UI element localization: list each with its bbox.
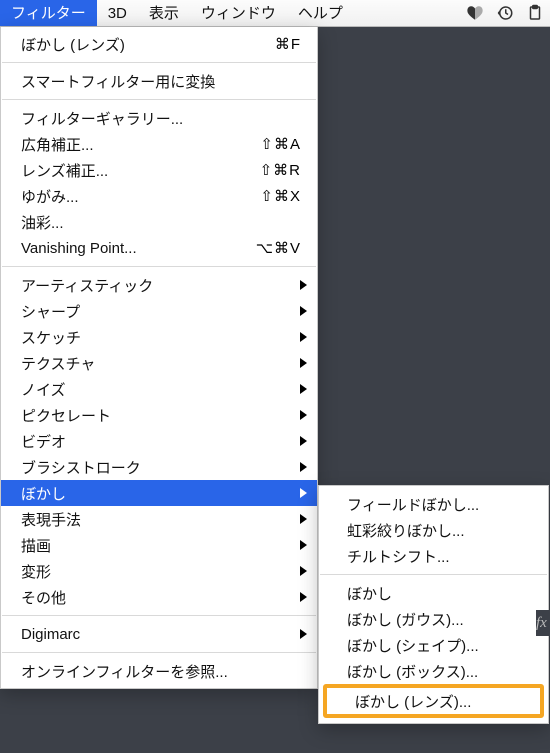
menu-item[interactable]: その他 [1, 584, 317, 610]
submenu-item[interactable]: フィールドぼかし... [319, 491, 548, 517]
menu-item[interactable]: 描画 [1, 532, 317, 558]
menubar-label: ウィンドウ [201, 5, 276, 22]
submenu-arrow-icon [300, 592, 307, 602]
menubar-status-icons [466, 0, 550, 26]
menu-item-label: オンラインフィルターを参照... [21, 661, 301, 682]
menu-item[interactable]: ぼかし [1, 480, 317, 506]
menu-item-label: Vanishing Point... [21, 240, 241, 257]
highlighted-menu-item: ぼかし (レンズ)... [323, 684, 544, 718]
menu-item[interactable]: 広角補正...⇧⌘A [1, 131, 317, 157]
menu-item[interactable]: シャープ [1, 298, 317, 324]
menu-separator [320, 574, 547, 575]
menu-item[interactable]: 変形 [1, 558, 317, 584]
menu-item-shortcut: ⇧⌘R [241, 161, 301, 179]
submenu-arrow-icon [300, 566, 307, 576]
menubar: フィルター 3D 表示 ウィンドウ ヘルプ [0, 0, 550, 27]
menubar-label: ヘルプ [298, 5, 343, 22]
submenu-arrow-icon [300, 488, 307, 498]
submenu-item[interactable]: ぼかし (ガウス)... [319, 606, 548, 632]
menu-item[interactable]: Digimarc [1, 621, 317, 647]
submenu-arrow-icon [300, 280, 307, 290]
menu-item-label: その他 [21, 587, 301, 608]
menubar-item-view[interactable]: 表示 [138, 0, 190, 26]
menu-item-shortcut: ⇧⌘A [241, 135, 301, 153]
menubar-item-filter[interactable]: フィルター [0, 0, 97, 26]
menu-item[interactable]: ノイズ [1, 376, 317, 402]
submenu-item[interactable]: ぼかし (レンズ)... [327, 688, 540, 714]
fx-badge: fx [536, 610, 550, 636]
menu-item[interactable]: Vanishing Point...⌥⌘V [1, 235, 317, 261]
menu-item-label: ゆがみ... [21, 186, 241, 207]
menu-item[interactable]: ビデオ [1, 428, 317, 454]
menu-item-label: スケッチ [21, 327, 301, 348]
menu-item-label: 変形 [21, 561, 301, 582]
submenu-item[interactable]: ぼかし [319, 580, 548, 606]
submenu-arrow-icon [300, 306, 307, 316]
menu-separator [2, 615, 316, 616]
menu-item-label: ブラシストローク [21, 457, 301, 478]
menubar-item-window[interactable]: ウィンドウ [190, 0, 287, 26]
submenu-item[interactable]: ぼかし (シェイプ)... [319, 632, 548, 658]
menu-item[interactable]: ぼかし (レンズ)⌘F [1, 31, 317, 57]
clipboard-icon[interactable] [526, 4, 544, 22]
menubar-label: 3D [108, 5, 127, 22]
menu-item[interactable]: レンズ補正...⇧⌘R [1, 157, 317, 183]
menu-item-label: ぼかし (レンズ) [21, 34, 241, 55]
menu-item-shortcut: ⌥⌘V [241, 239, 301, 257]
heart-split-icon[interactable] [466, 4, 484, 22]
menu-item[interactable]: 油彩... [1, 209, 317, 235]
menu-separator [2, 266, 316, 267]
menubar-label: 表示 [149, 5, 179, 22]
menu-item-label: 描画 [21, 535, 301, 556]
menubar-label: フィルター [11, 5, 86, 22]
submenu-item[interactable]: チルトシフト... [319, 543, 548, 569]
submenu-arrow-icon [300, 629, 307, 639]
menu-item-label: ぼかし [21, 483, 301, 504]
submenu-arrow-icon [300, 410, 307, 420]
menu-item-label: ノイズ [21, 379, 301, 400]
submenu-arrow-icon [300, 436, 307, 446]
submenu-item[interactable]: 虹彩絞りぼかし... [319, 517, 548, 543]
submenu-arrow-icon [300, 332, 307, 342]
menu-item[interactable]: オンラインフィルターを参照... [1, 658, 317, 684]
menu-item-label: アーティスティック [21, 275, 301, 296]
menu-item[interactable]: ピクセレート [1, 402, 317, 428]
menu-item[interactable]: テクスチャ [1, 350, 317, 376]
menu-item-label: レンズ補正... [21, 160, 241, 181]
menu-item[interactable]: 表現手法 [1, 506, 317, 532]
menu-item-label: Digimarc [21, 626, 301, 643]
menu-item-label: テクスチャ [21, 353, 301, 374]
menu-separator [2, 62, 316, 63]
submenu-arrow-icon [300, 462, 307, 472]
menu-item[interactable]: ゆがみ...⇧⌘X [1, 183, 317, 209]
menu-item-label: 油彩... [21, 212, 301, 233]
submenu-arrow-icon [300, 358, 307, 368]
menu-item-label: フィルターギャラリー... [21, 108, 301, 129]
history-icon[interactable] [496, 4, 514, 22]
filter-menu-dropdown[interactable]: ぼかし (レンズ)⌘Fスマートフィルター用に変換フィルターギャラリー...広角補… [0, 27, 318, 689]
submenu-arrow-icon [300, 384, 307, 394]
submenu-arrow-icon [300, 514, 307, 524]
menu-item-label: ビデオ [21, 431, 301, 452]
menu-item[interactable]: スケッチ [1, 324, 317, 350]
submenu-item[interactable]: ぼかし (ボックス)... [319, 658, 548, 684]
menu-item-label: 表現手法 [21, 509, 301, 530]
menu-separator [2, 99, 316, 100]
menubar-item-3d[interactable]: 3D [97, 0, 138, 26]
menu-item-label: シャープ [21, 301, 301, 322]
menu-item[interactable]: スマートフィルター用に変換 [1, 68, 317, 94]
menu-item-label: ピクセレート [21, 405, 301, 426]
menu-item-label: スマートフィルター用に変換 [21, 71, 301, 92]
submenu-arrow-icon [300, 540, 307, 550]
blur-submenu[interactable]: フィールドぼかし...虹彩絞りぼかし...チルトシフト... ぼかしぼかし (ガウ… [318, 485, 549, 724]
menu-separator [2, 652, 316, 653]
menu-item-shortcut: ⇧⌘X [241, 187, 301, 205]
menubar-item-help[interactable]: ヘルプ [287, 0, 354, 26]
menu-item-shortcut: ⌘F [241, 35, 301, 53]
menu-item[interactable]: フィルターギャラリー... [1, 105, 317, 131]
menu-item[interactable]: ブラシストローク [1, 454, 317, 480]
menu-item-label: 広角補正... [21, 134, 241, 155]
menu-item[interactable]: アーティスティック [1, 272, 317, 298]
